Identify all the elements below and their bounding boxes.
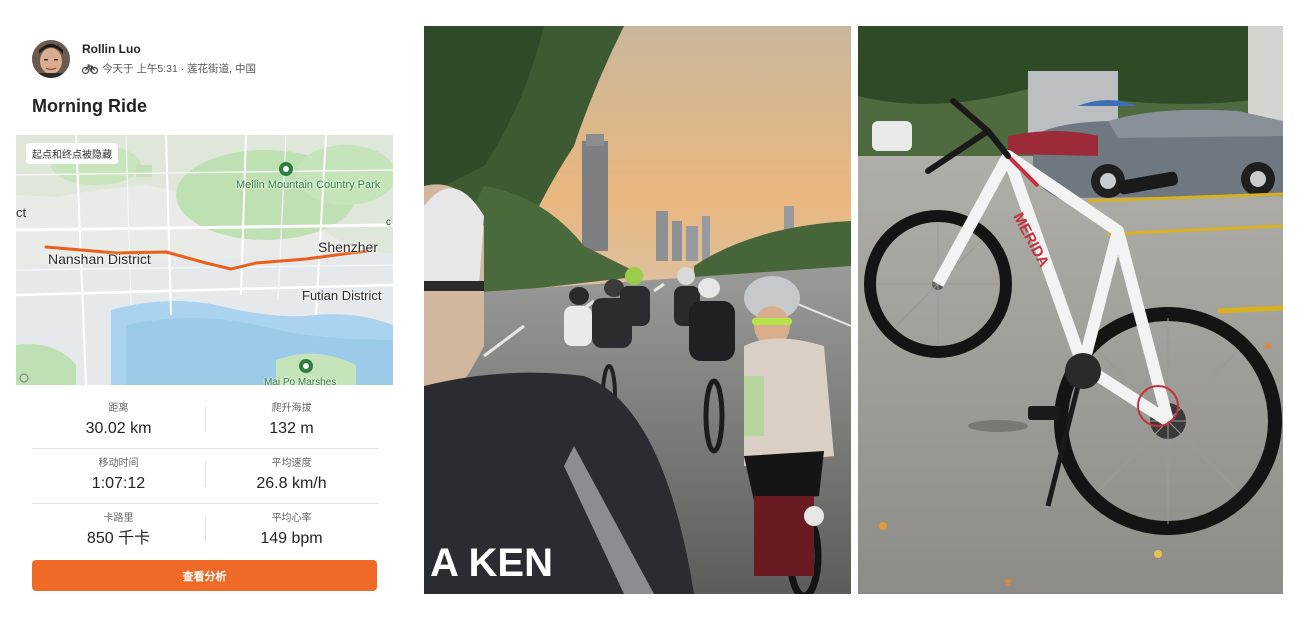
stat-distance: 距离 30.02 km [32, 402, 205, 440]
stat-avg-heart-rate: 平均心率 149 bpm [205, 512, 378, 550]
stat-value: 149 bpm [260, 530, 323, 547]
stat-row: 卡路里 850 千卡 平均心率 149 bpm [32, 504, 378, 559]
map-label-maipo: Mai Po Marshes [264, 377, 337, 385]
stat-label: 平均心率 [271, 513, 312, 524]
stat-calories: 卡路里 850 千卡 [32, 512, 205, 550]
map-label-edge-left: ct [16, 205, 27, 220]
stat-row: 移动时间 1:07:12 平均速度 26.8 km/h [32, 449, 378, 504]
map-label-nanshan: Nanshan District [48, 251, 151, 267]
stat-value: 1:07:12 [91, 475, 146, 492]
stat-elevation: 爬升海拔 132 m [205, 402, 378, 440]
athlete-name[interactable]: Rollin Luo [82, 42, 141, 56]
photo-group-ride[interactable]: A KEN [424, 26, 851, 594]
activity-card: Rollin Luo 今天于 上午5:31 · 莲花街道, 中国 Morning… [16, 26, 394, 606]
stat-label: 卡路里 [103, 513, 134, 524]
activity-meta-text: 今天于 上午5:31 · 莲花街道, 中国 [102, 63, 257, 75]
stat-value: 850 千卡 [86, 530, 151, 547]
photo-bike-parked[interactable]: MERIDA [858, 26, 1283, 594]
stat-label: 爬升海拔 [271, 403, 312, 414]
stat-label: 平均速度 [271, 458, 312, 469]
route-map[interactable]: 起点和终点被隐藏 Meilin Mountain Country Park ct… [16, 135, 393, 385]
activity-meta: 今天于 上午5:31 · 莲花街道, 中国 [81, 61, 257, 76]
stat-row: 距离 30.02 km 爬升海拔 132 m [32, 394, 378, 449]
stat-value: 132 m [269, 420, 314, 437]
stat-value: 30.02 km [85, 420, 152, 437]
stat-label: 距离 [108, 403, 129, 414]
stat-value: 26.8 km/h [256, 475, 327, 492]
stat-label: 移动时间 [98, 458, 139, 469]
stat-avg-speed: 平均速度 26.8 km/h [205, 457, 378, 495]
jersey-text: A KEN [430, 541, 553, 585]
bike-icon [81, 63, 99, 74]
stat-moving-time: 移动时间 1:07:12 [32, 457, 205, 495]
map-label-edge-right: c [386, 217, 391, 228]
map-label-shenzhen: Shenzher [318, 239, 378, 255]
view-analysis-button[interactable]: 查看分析 [32, 560, 377, 591]
privacy-badge: 起点和终点被隐藏 [26, 143, 118, 164]
map-label-futian: Futian District [302, 288, 382, 303]
stats-grid: 距离 30.02 km 爬升海拔 132 m 移动时间 1:07:12 平均速度… [32, 394, 378, 559]
avatar[interactable] [32, 40, 70, 78]
activity-title[interactable]: Morning Ride [32, 96, 147, 117]
activity-header: Rollin Luo 今天于 上午5:31 · 莲花街道, 中国 [32, 40, 392, 80]
map-label-meilin-park: Meilin Mountain Country Park [236, 179, 381, 191]
